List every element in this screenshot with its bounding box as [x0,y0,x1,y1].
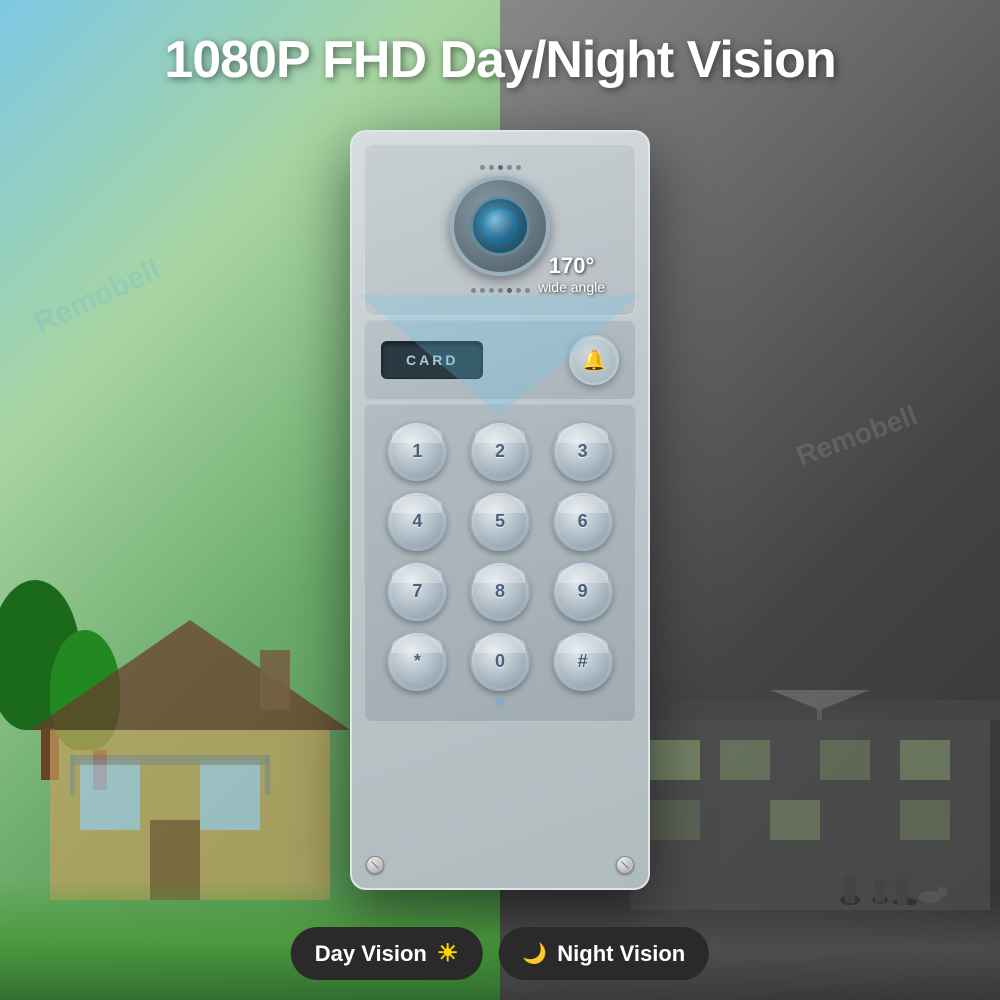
moon-icon: 🌙 [522,941,547,966]
page-title: 1080P FHD Day/Night Vision [0,30,1000,90]
key-3[interactable]: 3 [553,421,613,481]
fov-label: wide angle [538,279,605,295]
main-container: Remobell Remobell 1080P FHD Day/Night Vi… [0,0,1000,1000]
house-left-svg [20,600,400,900]
bottom-labels: Day Vision ☀ 🌙 Night Vision [291,927,709,980]
screw-bottom-right [616,856,634,874]
people-silhouettes [830,845,950,905]
camera-section: 170° wide angle [364,144,636,316]
night-vision-text: Night Vision [557,941,685,967]
fov-degrees: 170° [538,253,605,279]
key-1[interactable]: 1 [387,421,447,481]
camera-housing [450,176,550,276]
key-6[interactable]: 6 [553,491,613,551]
key-5[interactable]: 5 [470,491,530,551]
key-2[interactable]: 2 [470,421,530,481]
screw-bottom-left [366,856,384,874]
sun-icon: ☀ [437,939,459,968]
day-vision-label: Day Vision ☀ [291,927,483,980]
device-panel: 170° wide angle CARD 🔔 123456789*0# [350,130,650,890]
keypad-section: 123 456 789 * 0 # [364,404,636,722]
day-vision-text: Day Vision [315,941,427,967]
fov-text: 170° wide angle [538,253,605,295]
status-led [497,699,503,705]
camera-lens-inner [483,209,518,244]
key-4[interactable]: 4 [387,491,447,551]
key-*[interactable]: * [387,631,447,691]
camera-lens-outer [470,196,530,256]
fov-beam [360,295,640,415]
key-9[interactable]: 9 [553,561,613,621]
key-#[interactable]: # [553,631,613,691]
key-0[interactable]: 0 [470,631,530,691]
sensor-dots-top [381,165,619,170]
night-vision-label: 🌙 Night Vision [498,927,709,980]
keypad-grid: 123 456 789 * 0 # [381,421,619,691]
key-8[interactable]: 8 [470,561,530,621]
key-7[interactable]: 7 [387,561,447,621]
